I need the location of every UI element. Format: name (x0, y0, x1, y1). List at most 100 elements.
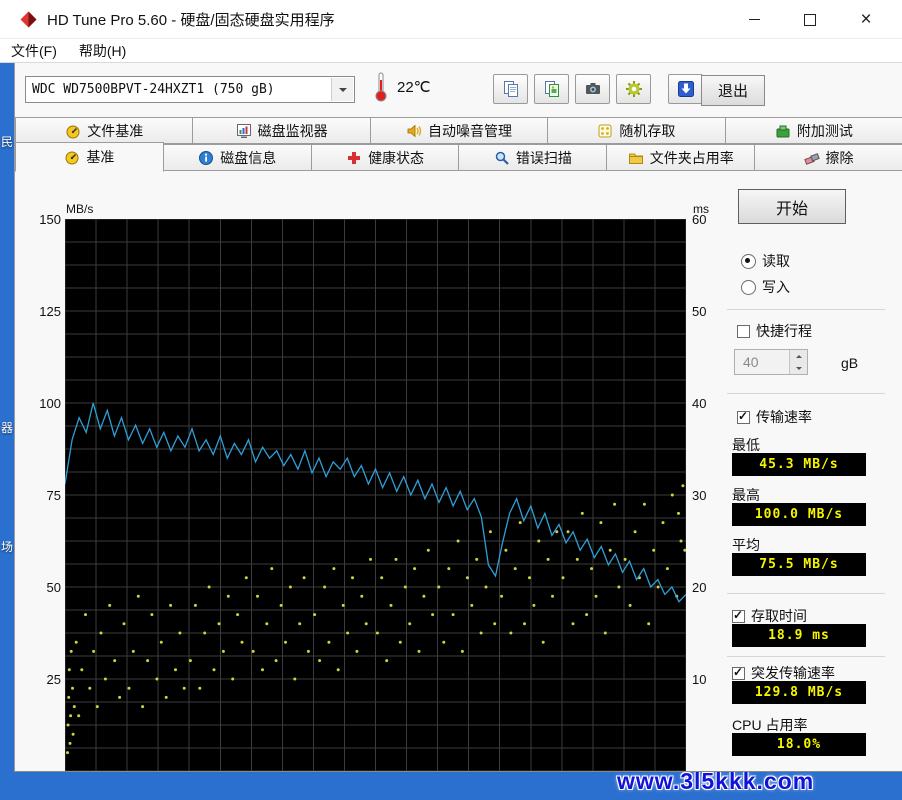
tab-erase[interactable]: 擦除 (754, 144, 902, 171)
min-value-readout: 45.3 MB/s (732, 453, 866, 476)
tab-file-benchmark[interactable]: 文件基准 (15, 117, 194, 144)
short-stroke-size-stepper[interactable]: 40 (734, 349, 808, 375)
left-axis-tick: 25 (46, 672, 61, 687)
start-button[interactable]: 开始 (738, 189, 846, 224)
tab-label: 附加测试 (796, 122, 853, 139)
tab-disk-info[interactable]: 磁盘信息 (162, 144, 312, 171)
left-axis-tick: 75 (46, 488, 61, 503)
temperature-readout: 22℃ (397, 79, 431, 96)
read-radio-label: 读取 (762, 253, 790, 269)
read-radio-row[interactable]: 读取 (741, 251, 790, 271)
chevron-down-icon[interactable] (331, 78, 353, 101)
tab-extra-tests[interactable]: 附加测试 (724, 117, 902, 144)
separator (727, 393, 885, 394)
dice-icon (598, 124, 612, 137)
minimize-button[interactable] (726, 0, 782, 39)
tab-label: 文件夹占用率 (649, 149, 734, 166)
avg-value-readout: 75.5 MB/s (732, 553, 866, 576)
burst-rate-label: 突发传输速率 (751, 665, 835, 681)
write-radio-row[interactable]: 写入 (741, 277, 790, 297)
copy-image-button[interactable] (534, 74, 569, 104)
tab-row-primary: 基准 磁盘信息 健康状态 错误扫描 文件夹占用率 擦除 (15, 142, 902, 172)
folder-icon (628, 153, 643, 164)
window-client-area: WDC WD7500BPVT-24HXZT1 (750 gB) 22℃ 退出 文… (14, 63, 902, 772)
copy-text-button[interactable] (493, 74, 528, 104)
max-label: 最高 (732, 487, 760, 503)
access-time-checkbox-row[interactable]: 存取时间 (732, 606, 807, 626)
write-radio[interactable] (741, 279, 756, 295)
close-button[interactable]: × (838, 0, 894, 39)
left-axis-unit: MB/s (66, 202, 94, 216)
short-stroke-checkbox-row[interactable]: 快捷行程 (737, 321, 812, 341)
tab-label: 自动噪音管理 (428, 122, 513, 139)
drive-select-value: WDC WD7500BPVT-24HXZT1 (750 gB) (32, 82, 275, 97)
thermometer-icon (373, 71, 389, 107)
write-radio-label: 写入 (762, 279, 790, 295)
menu-help[interactable]: 帮助(H) (68, 39, 137, 62)
tab-disk-monitor[interactable]: 磁盘监视器 (192, 117, 371, 144)
left-axis-tick: 150 (39, 212, 61, 227)
tab-error-scan[interactable]: 错误扫描 (458, 144, 608, 171)
tab-label: 磁盘监视器 (257, 122, 328, 139)
options-button[interactable] (616, 74, 651, 104)
maximize-icon (804, 13, 816, 26)
transfer-rate-checkbox[interactable] (737, 409, 750, 424)
stepper-down-button[interactable] (790, 362, 807, 374)
copy-icon (503, 81, 518, 97)
burst-rate-checkbox[interactable] (732, 665, 745, 680)
short-stroke-checkbox[interactable] (737, 324, 750, 338)
close-icon: × (860, 9, 872, 30)
screen: 民 器 场 www.3l5kkk.com HD Tune Pro 5.60 - … (0, 0, 902, 800)
short-stroke-unit-label: gB (841, 355, 859, 371)
burst-rate-readout: 129.8 MB/s (732, 681, 866, 704)
drive-select-dropdown[interactable]: WDC WD7500BPVT-24HXZT1 (750 gB) (25, 76, 355, 103)
tab-health[interactable]: 健康状态 (310, 144, 460, 171)
max-value-readout: 100.0 MB/s (732, 503, 866, 526)
tab-label: 擦除 (825, 149, 854, 166)
tab-folder-usage[interactable]: 文件夹占用率 (606, 144, 756, 171)
monitor-icon (236, 123, 251, 138)
stepper-up-button[interactable] (790, 350, 807, 362)
access-time-readout: 18.9 ms (732, 624, 866, 647)
burst-rate-checkbox-row[interactable]: 突发传输速率 (732, 663, 835, 683)
cpu-usage-readout: 18.0% (732, 733, 866, 756)
maximize-button[interactable] (782, 0, 838, 39)
short-stroke-size-value[interactable]: 40 (735, 350, 789, 374)
transfer-rate-label: 传输速率 (756, 409, 812, 425)
right-axis-tick: 60 (692, 212, 707, 227)
tab-row-secondary: 文件基准 磁盘监视器 自动噪音管理 随机存取 附加测试 (15, 117, 902, 144)
tab-label: 错误扫描 (515, 149, 572, 166)
speaker-icon (407, 124, 422, 137)
camera-icon (585, 83, 600, 94)
save-results-button[interactable] (668, 74, 703, 104)
menu-bar: 文件(F) 帮助(H) (0, 39, 902, 63)
tab-label: 随机存取 (619, 122, 676, 139)
right-axis-ticks: 60 50 40 30 20 10 (692, 212, 722, 771)
right-axis-tick: 50 (692, 304, 707, 319)
toolbox-icon (776, 125, 790, 137)
tab-aam[interactable]: 自动噪音管理 (369, 117, 549, 144)
short-stroke-label: 快捷行程 (756, 323, 812, 339)
right-axis-tick: 40 (692, 396, 707, 411)
transfer-rate-checkbox-row[interactable]: 传输速率 (737, 407, 812, 427)
cpu-usage-label: CPU 占用率 (732, 717, 808, 733)
benchmark-icon (65, 151, 79, 165)
read-radio[interactable] (741, 253, 756, 269)
tab-label: 磁盘信息 (220, 149, 277, 166)
left-axis-tick: 100 (39, 396, 61, 411)
screenshot-button[interactable] (575, 74, 610, 104)
tab-label: 文件基准 (87, 122, 144, 139)
tab-random-access[interactable]: 随机存取 (547, 117, 726, 144)
access-time-checkbox[interactable] (732, 608, 745, 623)
health-cross-icon (348, 151, 361, 164)
separator (727, 593, 885, 594)
tab-benchmark[interactable]: 基准 (15, 142, 164, 172)
exit-button[interactable]: 退出 (701, 75, 765, 106)
menu-file[interactable]: 文件(F) (0, 39, 68, 62)
desktop-icon-label: 民 (1, 135, 14, 149)
toolbar-buttons (493, 74, 703, 104)
file-benchmark-icon (66, 125, 80, 138)
left-axis-tick: 50 (46, 580, 61, 595)
separator (727, 656, 885, 657)
info-icon (199, 150, 214, 165)
